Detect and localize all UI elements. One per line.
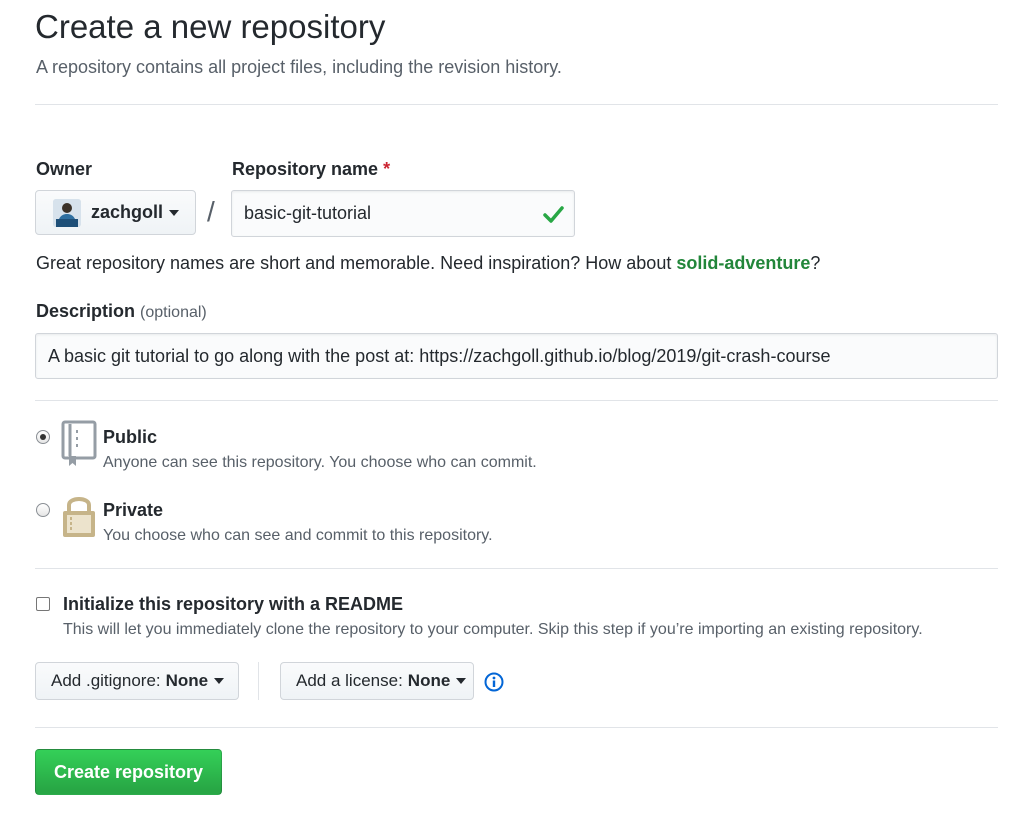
gitignore-label: Add .gitignore: bbox=[51, 671, 161, 690]
private-radio[interactable] bbox=[36, 503, 50, 517]
repo-icon bbox=[61, 420, 97, 473]
chevron-down-icon bbox=[456, 678, 467, 684]
options-separator bbox=[258, 662, 259, 700]
page-subtitle: A repository contains all project files,… bbox=[36, 57, 562, 77]
suggestion-link[interactable]: solid-adventure bbox=[676, 253, 810, 273]
private-title: Private bbox=[103, 500, 164, 520]
owner-label: Owner bbox=[36, 159, 93, 179]
required-mark: * bbox=[383, 159, 391, 179]
visibility-divider bbox=[35, 568, 998, 569]
chevron-down-icon bbox=[214, 678, 225, 684]
owner-name: zachgoll bbox=[91, 202, 164, 222]
public-radio[interactable] bbox=[36, 430, 50, 444]
description-field-wrapper bbox=[35, 333, 998, 379]
owner-dropdown[interactable]: zachgoll bbox=[35, 190, 196, 235]
hint-text: Great repository names are short and mem… bbox=[36, 253, 677, 273]
create-repository-page: Create a new repository A repository con… bbox=[0, 0, 1028, 827]
public-title: Public bbox=[103, 427, 158, 447]
description-input[interactable] bbox=[36, 334, 997, 378]
info-icon[interactable] bbox=[484, 672, 504, 697]
gitignore-dropdown[interactable]: Add .gitignore: None bbox=[35, 662, 239, 700]
header-divider bbox=[35, 104, 998, 105]
public-description: Anyone can see this repository. You choo… bbox=[103, 454, 537, 471]
owner-repo-separator: / bbox=[207, 196, 215, 227]
check-icon bbox=[542, 203, 564, 230]
repo-name-label: Repository name * bbox=[232, 159, 390, 180]
chevron-down-icon bbox=[169, 209, 180, 216]
readme-label[interactable]: Initialize this repository with a README bbox=[63, 594, 403, 615]
description-label-text: Description bbox=[36, 301, 136, 321]
description-divider bbox=[35, 400, 998, 401]
repo-name-label-text: Repository name bbox=[232, 159, 379, 179]
repo-name-hint: Great repository names are short and mem… bbox=[36, 253, 820, 274]
private-description: You choose who can see and commit to thi… bbox=[103, 527, 493, 544]
license-value: None bbox=[407, 671, 451, 690]
hint-end: ? bbox=[810, 253, 821, 273]
readme-checkbox[interactable] bbox=[36, 597, 50, 611]
description-label: Description (optional) bbox=[36, 301, 207, 322]
license-dropdown[interactable]: Add a license: None bbox=[280, 662, 474, 700]
gitignore-value: None bbox=[165, 671, 209, 690]
create-repository-button[interactable]: Create repository bbox=[35, 749, 222, 795]
readme-description: This will let you immediately clone the … bbox=[63, 621, 923, 638]
repo-name-field-wrapper bbox=[231, 190, 575, 237]
optional-note: (optional) bbox=[140, 304, 207, 321]
avatar bbox=[53, 198, 81, 227]
page-title: Create a new repository bbox=[35, 8, 386, 45]
repo-name-input[interactable] bbox=[232, 191, 574, 236]
license-label: Add a license: bbox=[296, 671, 403, 690]
footer-divider bbox=[35, 727, 998, 728]
lock-icon bbox=[61, 493, 97, 544]
